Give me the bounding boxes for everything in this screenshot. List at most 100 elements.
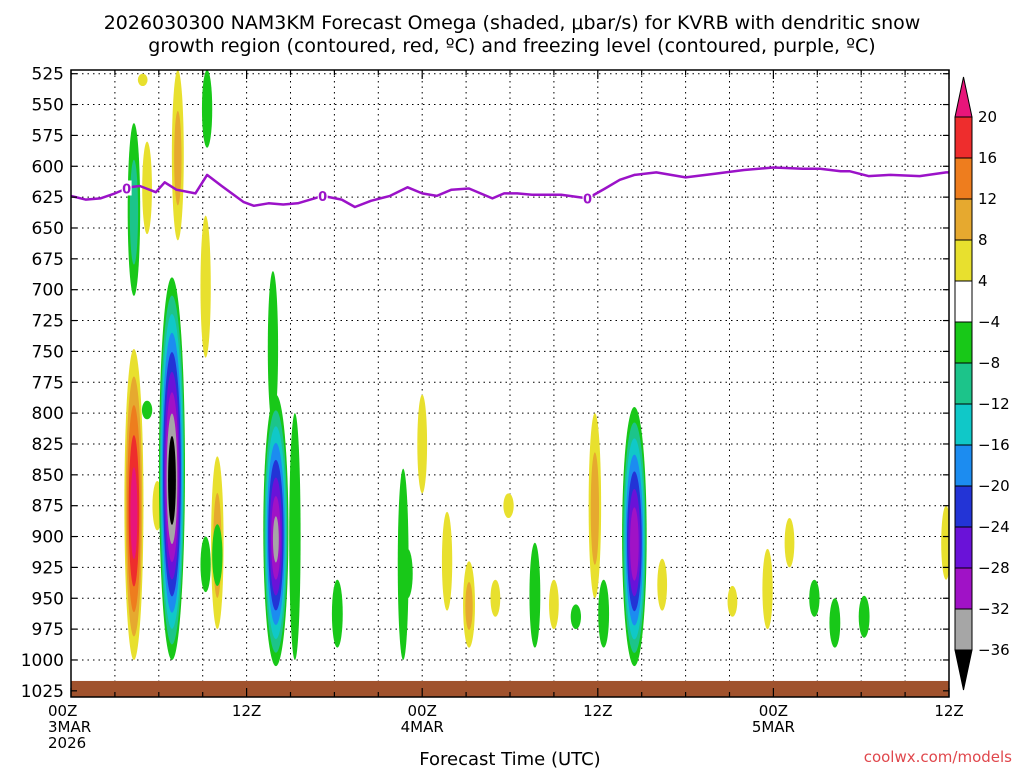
x-axis-label: Forecast Time (UTC) [419,749,600,768]
omega-contour-fill [141,400,153,420]
colorbar-swatch [954,444,973,487]
colorbar-swatch [954,567,973,610]
omega-contour-fill [201,70,213,148]
colorbar-top-arrow [954,76,973,118]
omega-contour-fill [762,548,773,630]
colorbar-label: −16 [978,436,1010,454]
colorbar-swatch [954,239,973,282]
omega-contour-fill [465,582,473,630]
y-tick-label: 675 [32,250,64,270]
colorbar-swatch [954,198,973,241]
omega-contour-fill [417,394,428,494]
y-tick-label: 525 [32,65,64,85]
omega-feature [622,406,647,667]
colorbar-label: −8 [978,354,1000,372]
omega-feature [171,70,184,241]
colorbar-label: −4 [978,313,1000,331]
omega-contour-fill [570,604,581,630]
x-tick-label: 12Z [934,702,963,720]
omega-contour-fill [529,542,541,648]
omega-feature [263,394,289,667]
omega-contour-fill [200,215,211,358]
y-tick-label: 875 [32,497,64,517]
y-tick-label: 750 [32,342,64,362]
x-tick-label: 12Z [232,702,261,720]
omega-feature [829,598,841,648]
omega-contour-fill [212,524,223,586]
colorbar-swatch [954,280,973,323]
chart-title-line-2: growth region (contoured, red, ºC) and f… [148,35,875,57]
y-tick-label: 975 [32,620,64,640]
omega-feature [331,579,343,648]
omega-feature [417,394,428,494]
omega-feature [657,558,668,611]
omega-contour-fill [129,159,139,265]
colorbar-label: 4 [978,272,988,290]
colorbar-swatch [954,157,973,200]
omega-feature [858,595,870,638]
colorbar-label: −28 [978,559,1010,577]
colorbar-swatch [954,403,973,446]
omega-contour-fill [829,598,841,648]
y-tick-label: 900 [32,528,64,548]
colorbar-swatch [954,526,973,569]
y-tick-label: 800 [32,404,64,424]
omega-feature [588,413,602,599]
y-tick-label: 775 [32,373,64,393]
x-tick-label: 12Z [583,702,612,720]
colorbar-label: −12 [978,395,1010,413]
omega-feature [124,348,144,660]
omega-feature [529,542,541,648]
y-tick-label: 625 [32,188,64,208]
omega-feature [441,511,453,611]
x-tick-label: 4MAR [401,718,444,736]
colorbar-bottom-arrow [954,649,973,691]
omega-contour-fill [272,516,279,563]
colorbar-label: −32 [978,600,1010,618]
omega-contour-fill [200,536,211,593]
omega-contour-fill [130,467,138,560]
colorbar-swatch [954,116,973,159]
omega-feature [570,604,581,630]
y-tick-label: 725 [32,312,64,332]
freezing-level-label: 0 [318,190,327,205]
y-tick-label: 850 [32,466,64,486]
omega-contour-fill [727,585,738,617]
x-tick-label: 5MAR [752,718,795,736]
colorbar-label: 20 [978,108,997,126]
y-tick-label: 650 [32,219,64,239]
omega-feature [127,123,141,296]
y-tick-label: 550 [32,96,64,116]
omega-contour-fill [549,579,559,630]
omega-feature [809,579,820,617]
y-tick-label: 700 [32,281,64,301]
chart-title-line-1: 2026030300 NAM3KM Forecast Omega (shaded… [104,12,921,34]
y-tick-label: 825 [32,435,64,455]
colorbar-label: −36 [978,641,1010,659]
colorbar-label: 12 [978,190,997,208]
colorbar-swatch [954,608,973,651]
omega-feature [141,400,153,420]
y-tick-label: 1000 [21,651,64,671]
y-tick-label: 925 [32,558,64,578]
omega-feature [503,493,514,519]
omega-contour-fill [630,507,639,581]
omega-contour-fill [809,579,820,617]
freezing-level-label: 0 [583,192,592,207]
omega-contour-fill [289,413,301,660]
omega-feature [212,524,223,586]
y-tick-label: 575 [32,126,64,146]
colorbar: 20 16 12 8 4 −4 −8 −12 −16 −20 −24 −28 −32 −36 [954,76,1010,691]
omega-feature [463,561,476,648]
omega-contour-fill [402,548,413,599]
omega-contour-fill [168,435,176,525]
omega-contour-fill [441,511,453,611]
omega-contour-fill [598,579,610,648]
credit-text: coolwx.com/models [864,748,1012,766]
x-tick-label: 2026 [48,734,86,752]
omega-feature [200,215,211,358]
omega-contour-fill [784,518,795,568]
omega-feature [289,413,301,660]
colorbar-label: −20 [978,477,1010,495]
omega-feature [158,277,185,660]
